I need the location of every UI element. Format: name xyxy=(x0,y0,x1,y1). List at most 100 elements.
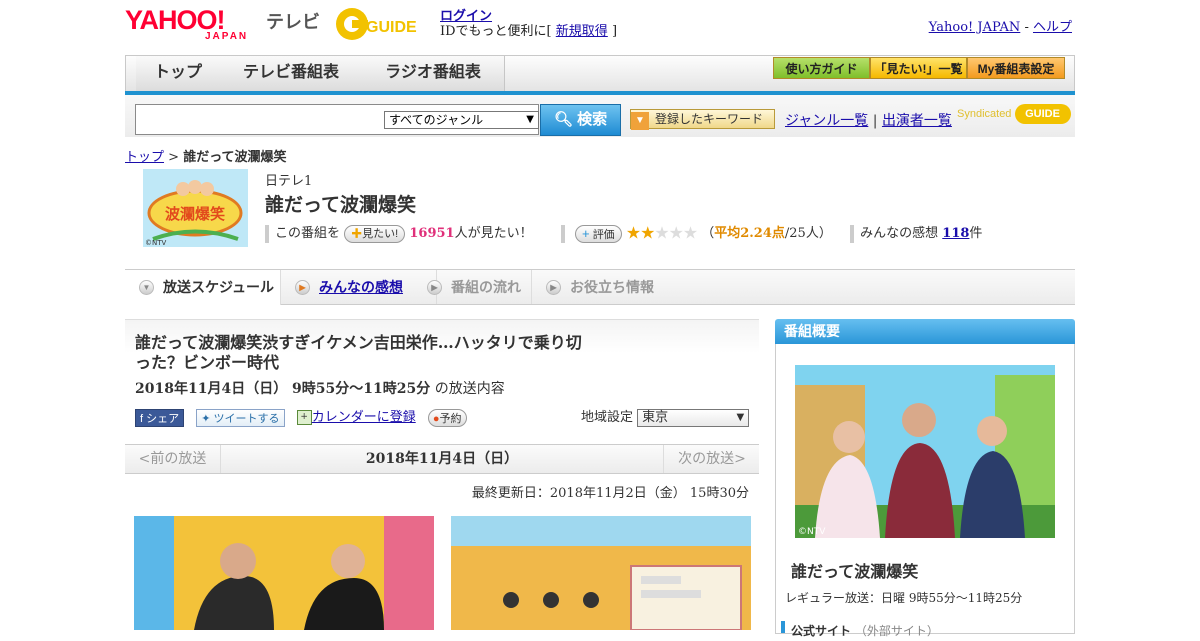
breadcrumb-home[interactable]: トップ xyxy=(125,150,164,165)
genre-list-link[interactable]: ジャンル一覧 xyxy=(785,113,868,129)
sidebar-regular-broadcast: レギュラー放送：日曜 9時55分～11時25分 xyxy=(785,591,1023,605)
want-count: 16951 xyxy=(409,226,455,241)
rate-button[interactable]: + 評価 xyxy=(575,224,622,243)
play-icon: ▶ xyxy=(295,280,310,295)
triangle-down-icon: ▼ xyxy=(631,112,649,130)
search-sublinks: ジャンル一覧 | 出演者一覧 xyxy=(785,110,952,130)
saved-keywords-label: 登録したキーワード xyxy=(655,112,764,126)
want-button-label: 見たい! xyxy=(362,227,399,240)
want-prefix: この番組を xyxy=(275,226,341,241)
twitter-icon: ✦ xyxy=(201,412,211,425)
prev-broadcast-link[interactable]: <前の放送 xyxy=(125,445,221,473)
thumbnail-title: 波瀾爆笑 xyxy=(165,205,225,223)
my-schedule-settings-button[interactable]: My番組表設定 xyxy=(967,57,1065,79)
record-dot-icon: ● xyxy=(432,412,440,425)
thumbnail-credit: ©NTV xyxy=(145,239,167,247)
plus-icon: ✚ xyxy=(351,227,363,240)
login-prompt-close: ] xyxy=(611,24,618,39)
star-icon: ★ xyxy=(668,223,684,244)
rate-button-label: 評価 xyxy=(592,228,615,241)
next-broadcast-link[interactable]: 次の放送> xyxy=(663,445,760,473)
tab-useful-info-label: お役立ち情報 xyxy=(570,279,654,295)
login-prompt: IDでもっと便利に[ 新規取得 ] xyxy=(440,20,617,39)
star-icon: ★ xyxy=(654,223,669,244)
broadcast-pager: <前の放送 2018年11月4日（日） 次の放送> xyxy=(125,444,759,474)
tab-schedule-label: 放送スケジュール xyxy=(163,279,275,295)
rating-open-paren: （ xyxy=(701,226,715,241)
tab-impressions-label[interactable]: みんなの感想 xyxy=(319,279,403,295)
facebook-share-label: シェア xyxy=(146,412,180,425)
genre-select[interactable]: すべてのジャンル ▼ xyxy=(384,111,539,129)
impressions-unit: 件 xyxy=(969,226,983,241)
header-links: Yahoo! JAPAN - ヘルプ xyxy=(929,16,1072,35)
gguide-small-logo: GUIDE xyxy=(1014,104,1071,124)
tab-program-flow-label: 番組の流れ xyxy=(451,279,521,295)
plus-icon: + xyxy=(582,225,590,241)
program-stats: この番組を ✚見たい! 16951人が見たい！ + 評価 ★★★★★ （平均2.… xyxy=(265,222,983,244)
guide-button[interactable]: 使い方ガイド xyxy=(773,57,870,79)
nav-tab-top[interactable]: トップ xyxy=(136,56,221,91)
logo-subtext: JAPAN xyxy=(205,31,249,42)
syndicated-badge: Syndicated GUIDE xyxy=(957,104,1071,124)
search-button-label: 検索 xyxy=(577,111,608,128)
service-label: テレビ xyxy=(266,12,320,32)
help-link[interactable]: ヘルプ xyxy=(1033,20,1072,35)
current-broadcast-date: 2018年11月4日（日） xyxy=(365,451,519,467)
star-icon: ★ xyxy=(682,223,698,244)
stats-divider xyxy=(850,224,855,243)
yahoo-japan-link[interactable]: Yahoo! JAPAN xyxy=(929,20,1021,35)
breadcrumb: トップ > 誰だって波瀾爆笑 xyxy=(125,146,287,165)
chevron-down-icon: ▼ xyxy=(139,280,154,295)
region-select-value: 東京 xyxy=(642,409,669,425)
share-row: f シェア ✦ ツイートする + カレンダーに登録 ●予約 xyxy=(135,406,475,427)
tab-program-flow[interactable]: ▶ 番組の流れ xyxy=(413,270,532,304)
facebook-icon: f xyxy=(140,412,144,425)
breadcrumb-current: 誰だって波瀾爆笑 xyxy=(183,150,287,165)
header-link-separator: - xyxy=(1024,20,1029,35)
program-tabs: ▼ 放送スケジュール ▶ みんなの感想 ▶ 番組の流れ ▶ お役立ち情報 xyxy=(125,269,1075,305)
impressions-count-link[interactable]: 118 xyxy=(942,226,969,241)
star-icon: ★ xyxy=(640,223,655,244)
episode-photo-2 xyxy=(451,516,751,630)
sidebar-program-title: 誰だって波瀾爆笑 xyxy=(791,562,919,581)
tweet-button[interactable]: ✦ ツイートする xyxy=(196,408,285,427)
stats-divider xyxy=(265,224,269,243)
saved-keywords-button[interactable]: ▼ 登録したキーワード xyxy=(630,109,775,130)
tweet-label: ツイートする xyxy=(213,412,280,425)
tab-schedule[interactable]: ▼ 放送スケジュール xyxy=(125,270,281,305)
performer-list-link[interactable]: 出演者一覧 xyxy=(882,113,952,129)
search-icon: 🔍︎ xyxy=(553,111,573,128)
dropdown-arrow-icon: ▼ xyxy=(736,411,745,423)
nav-tab-radio-schedule[interactable]: ラジオ番組表 xyxy=(362,56,505,91)
want-list-button[interactable]: 「見たい!」一覧 xyxy=(870,57,967,79)
rating-count: /25人） xyxy=(784,226,832,241)
episode-date-suffix: の放送内容 xyxy=(434,381,505,397)
dropdown-arrow-icon: ▼ xyxy=(526,114,534,125)
calendar-link[interactable]: カレンダーに登録 xyxy=(312,410,416,425)
logo-text: YAHOO! xyxy=(125,5,226,35)
sidebar-photo: ©NTV xyxy=(795,365,1055,538)
region-select[interactable]: 東京 ▼ xyxy=(637,408,750,427)
reserve-button[interactable]: ●予約 xyxy=(427,408,467,427)
star-icon: ★ xyxy=(625,223,641,244)
facebook-share-button[interactable]: f シェア xyxy=(135,408,185,427)
sidebar-official-site: 公式サイト （外部サイト） xyxy=(781,621,939,638)
reserve-label: 予約 xyxy=(439,412,462,425)
sublink-separator: | xyxy=(872,113,878,129)
tab-useful-info[interactable]: ▶ お役立ち情報 xyxy=(532,270,680,304)
impressions-label: みんなの感想 xyxy=(860,226,939,241)
want-button[interactable]: ✚見たい! xyxy=(344,224,406,243)
genre-select-value: すべてのジャンル xyxy=(389,113,484,127)
search-button[interactable]: 🔍︎ 検索 xyxy=(540,104,621,136)
signup-link[interactable]: 新規取得 xyxy=(556,24,608,39)
play-icon: ▶ xyxy=(546,280,561,295)
breadcrumb-separator: > xyxy=(168,150,180,165)
yahoo-japan-logo[interactable]: YAHOO! JAPAN xyxy=(125,6,265,44)
nav-tab-tv-schedule[interactable]: テレビ番組表 xyxy=(220,56,363,91)
rating-stars: ★★★★★ xyxy=(625,223,698,244)
episode-datetime: 2018年11月4日（日） 9時55分～11時25分 の放送内容 xyxy=(135,378,505,398)
sidebar-photo-credit: ©NTV xyxy=(798,527,826,537)
program-thumbnail: 波瀾爆笑 ©NTV xyxy=(143,169,248,247)
official-site-label: 公式サイト xyxy=(791,624,852,638)
gguide-text: GUIDE xyxy=(366,19,417,36)
